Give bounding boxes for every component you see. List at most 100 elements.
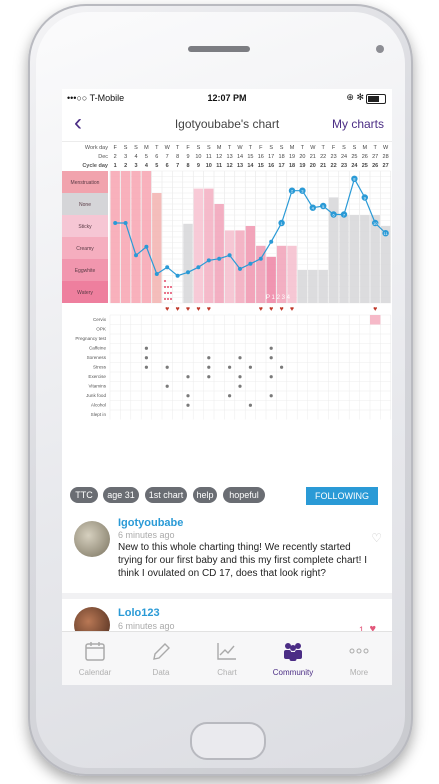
temperature-point	[123, 221, 128, 225]
tab-data[interactable]: Data	[128, 632, 194, 685]
header-cell: 25	[351, 154, 357, 160]
header-cell: 22	[331, 163, 337, 169]
tab-calendar[interactable]: Calendar	[62, 632, 128, 685]
header-cell: 26	[362, 154, 368, 160]
header-cell: 9	[197, 163, 200, 169]
tab-label: Calendar	[78, 668, 112, 677]
header-cell: W	[383, 145, 389, 151]
spotting-dot	[170, 292, 172, 294]
header-cell: 20	[310, 163, 316, 169]
header-cell: 12	[227, 163, 233, 169]
more-icon	[349, 648, 369, 654]
fluid-label: Creamy	[76, 246, 94, 252]
header-cell: S	[280, 145, 284, 151]
header-cell: 11	[216, 163, 222, 169]
symptom-dot	[186, 394, 190, 398]
fertility-chart[interactable]: Work dayDecCycle dayF S S M T W T F S S M T W T F S S M T W…	[62, 141, 392, 471]
header-cell: M	[144, 145, 149, 151]
tag-ttc[interactable]: TTC	[70, 487, 98, 503]
my-charts-link[interactable]: My charts	[332, 117, 384, 131]
header-cell: W	[165, 145, 171, 151]
fluid-bar	[204, 188, 214, 303]
header-cell: S	[269, 145, 273, 151]
tag-age[interactable]: age 31	[103, 487, 139, 503]
header-cell: 13	[227, 154, 233, 160]
temperature-point	[238, 266, 242, 271]
header-cell: T	[155, 145, 159, 151]
spotting-dot	[164, 298, 166, 300]
symptom-label: Vitamins	[88, 384, 106, 389]
fluid-bar	[380, 226, 391, 303]
temperature-point	[269, 239, 274, 244]
home-button[interactable]	[190, 722, 266, 760]
clock: 12:07 PM	[207, 93, 247, 103]
avatar[interactable]	[74, 521, 110, 557]
spotting-dot	[167, 286, 169, 288]
header-cell: M	[217, 145, 222, 151]
intercourse-heart-icon: ♥	[165, 306, 169, 313]
symptom-label: Stress	[93, 365, 107, 370]
header-cell: 15	[247, 154, 253, 160]
tag-help[interactable]: help	[193, 487, 217, 503]
battery-icon	[366, 94, 386, 104]
symptom-dot	[207, 375, 211, 379]
header-cell: 2	[114, 154, 117, 160]
symptom-label: Alcohol	[91, 403, 106, 408]
fluid-bar	[360, 215, 370, 303]
community-icon	[284, 643, 302, 661]
tag-list: TTC age 31 1st chart help hopeful FOLLOW…	[70, 487, 390, 505]
header-cell: 25	[362, 163, 368, 169]
spotting-dot	[167, 298, 169, 300]
header-cell: 5	[155, 163, 158, 169]
post-username[interactable]: Igotyoubabe	[118, 517, 183, 529]
symptom-label: Cervix	[93, 317, 107, 322]
header-cell: F	[332, 145, 336, 151]
post-username[interactable]: Lolo123	[118, 607, 160, 619]
header-cell: 19	[289, 154, 295, 160]
header-cell: 14	[237, 154, 243, 160]
header-cell: 12	[216, 154, 222, 160]
symptom-dot	[269, 394, 273, 398]
intercourse-heart-icon: ♥	[269, 306, 273, 313]
peak-day-label: P 1 2 3 4	[266, 295, 291, 301]
tab-more[interactable]: More	[326, 632, 392, 685]
symptom-dot	[186, 403, 190, 407]
header-cell: 24	[351, 163, 358, 169]
symptom-dot	[238, 384, 242, 388]
tab-community[interactable]: Community	[260, 632, 326, 685]
symptom-dot	[228, 365, 232, 369]
tab-label: Community	[272, 668, 314, 677]
fluid-bar	[224, 230, 235, 303]
symptom-dot	[269, 346, 273, 350]
post-divider	[62, 593, 392, 599]
header-cell: 7	[166, 154, 169, 160]
temperature-point	[227, 253, 232, 258]
tab-chart[interactable]: Chart	[194, 632, 260, 685]
fluid-bar	[183, 223, 193, 303]
symptom-dot	[248, 403, 252, 407]
temperature-point	[144, 244, 149, 249]
fluid-bar	[297, 270, 308, 303]
spotting-dot	[164, 280, 166, 282]
symptom-dot	[207, 365, 211, 369]
symptom-dot	[144, 346, 148, 350]
intercourse-heart-icon: ♥	[280, 306, 284, 313]
temperature-point	[196, 265, 201, 270]
tag-hopeful[interactable]: hopeful	[223, 487, 265, 503]
temperature-point	[154, 272, 159, 276]
tag-first-chart[interactable]: 1st chart	[145, 487, 187, 503]
post-item: Lolo123 6 minutes ago 1 ♥	[62, 601, 392, 643]
header-cell: 21	[310, 154, 316, 160]
post-text: New to this whole charting thing! We rec…	[118, 542, 367, 579]
spotting-dot	[164, 286, 166, 288]
tab-label: Data	[152, 668, 170, 677]
header-cell: F	[114, 145, 118, 151]
header-cell: 23	[341, 163, 347, 169]
intercourse-heart-icon: ♥	[196, 306, 200, 313]
header-cell: 10	[195, 154, 201, 160]
header-cell: 9	[186, 154, 189, 160]
following-button[interactable]: FOLLOWING	[306, 487, 378, 505]
header-cell: 3	[124, 154, 127, 160]
header-cell: 7	[176, 163, 179, 169]
symptom-dot	[186, 375, 190, 379]
